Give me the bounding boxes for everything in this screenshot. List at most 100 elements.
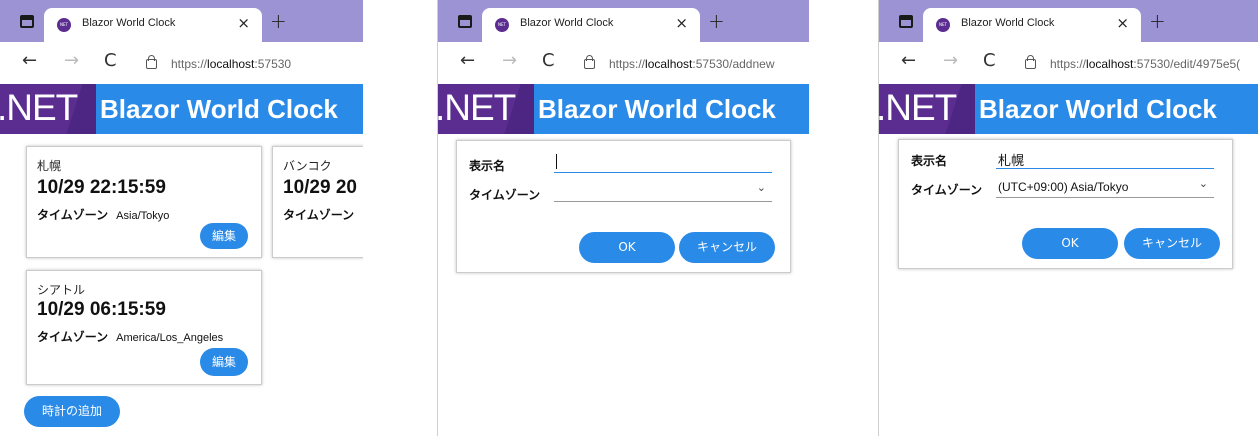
clock-city: シアトル <box>37 283 86 297</box>
add-clock-button[interactable]: 時計の追加 <box>24 396 120 427</box>
lock-icon[interactable] <box>1025 55 1036 69</box>
forward-icon[interactable]: → <box>943 50 958 71</box>
ok-button[interactable]: OK <box>579 232 675 263</box>
clock-timezone-row: タイムゾーン Asia/Tokyo <box>37 206 169 223</box>
address-bar: ← → C https://localhost:57530/edit/4975e… <box>879 42 1258 84</box>
clock-time: 10/29 20 <box>283 177 357 198</box>
clock-time: 10/29 22:15:59 <box>37 177 166 198</box>
display-name-label: 表示名 <box>911 154 948 168</box>
timezone-label: タイムゾーン <box>37 330 109 344</box>
display-name-label: 表示名 <box>469 159 506 173</box>
browser-tab[interactable]: Blazor World Clock × <box>482 8 700 42</box>
display-name-input[interactable] <box>554 152 772 173</box>
clock-card: 札幌 10/29 22:15:59 タイムゾーン Asia/Tokyo 編集 <box>26 146 262 258</box>
url-field[interactable]: https://localhost:57530/edit/4975e5( <box>1050 57 1240 71</box>
clock-time: 10/29 06:15:59 <box>37 299 166 320</box>
browser-tab[interactable]: Blazor World Clock × <box>923 8 1141 42</box>
dotnet-favicon-icon <box>495 18 509 32</box>
chevron-down-icon: ⌄ <box>756 181 766 194</box>
dotnet-logo: .NET <box>438 84 534 134</box>
cancel-button[interactable]: キャンセル <box>1124 228 1220 259</box>
forward-icon[interactable]: → <box>502 50 517 71</box>
close-tab-icon[interactable]: × <box>1116 14 1129 32</box>
dotnet-logo: .NET <box>879 84 975 134</box>
display-name-input[interactable]: 札幌 <box>996 148 1214 169</box>
clock-timezone-row: タイムゾーン America/Los_Angeles <box>37 328 223 345</box>
back-icon[interactable]: ← <box>22 50 37 71</box>
url-field[interactable]: https://localhost:57530 <box>171 57 291 71</box>
app-title: Blazor World Clock <box>100 94 338 124</box>
browser-window-list: Blazor World Clock × + ← → C https://loc… <box>0 0 363 436</box>
clock-city: 札幌 <box>37 159 62 173</box>
browser-window-add: Blazor World Clock × + ← → C https://loc… <box>437 0 809 436</box>
text-caret <box>556 154 557 169</box>
dotnet-favicon-icon <box>57 18 71 32</box>
url-scheme: https:// <box>609 57 646 71</box>
app-title: Blazor World Clock <box>979 94 1217 124</box>
tab-title: Blazor World Clock <box>520 17 614 29</box>
tab-bar: Blazor World Clock × + <box>0 0 363 42</box>
edit-button[interactable]: 編集 <box>200 223 248 249</box>
timezone-select[interactable]: (UTC+09:00) Asia/Tokyo ⌄ <box>996 177 1214 198</box>
dotnet-favicon-icon <box>936 18 950 32</box>
url-scheme: https:// <box>1050 57 1087 71</box>
close-tab-icon[interactable]: × <box>675 14 688 32</box>
timezone-select[interactable]: ⌄ <box>554 181 772 202</box>
app-header: .NET Blazor World Clock <box>438 84 809 134</box>
app-header: .NET Blazor World Clock <box>879 84 1258 134</box>
reload-icon[interactable]: C <box>104 50 117 71</box>
tab-actions-icon[interactable] <box>899 15 913 28</box>
net-logo-text: .NET <box>0 87 78 128</box>
clock-form: 表示名 札幌 タイムゾーン (UTC+09:00) Asia/Tokyo ⌄ OK… <box>898 139 1233 269</box>
clock-timezone-row: タイムゾーン <box>283 206 354 223</box>
timezone-label: タイムゾーン <box>911 183 983 197</box>
url-scheme: https:// <box>171 57 208 71</box>
tab-bar: Blazor World Clock × + <box>879 0 1258 42</box>
url-host: localhost <box>1086 57 1134 71</box>
forward-icon[interactable]: → <box>64 50 79 71</box>
url-rest: :57530 <box>254 57 292 71</box>
back-icon[interactable]: ← <box>901 50 916 71</box>
reload-icon[interactable]: C <box>542 50 555 71</box>
lock-icon[interactable] <box>584 55 595 69</box>
clock-form: 表示名 タイムゾーン ⌄ OK キャンセル <box>456 140 791 273</box>
clock-card: バンコク 10/29 20 タイムゾーン <box>272 146 363 258</box>
tab-title: Blazor World Clock <box>961 17 1055 29</box>
timezone-label: タイムゾーン <box>37 208 109 222</box>
tab-actions-icon[interactable] <box>458 15 472 28</box>
display-name-value: 札幌 <box>998 154 1025 169</box>
ok-button[interactable]: OK <box>1022 228 1118 259</box>
address-bar: ← → C https://localhost:57530 <box>0 42 363 84</box>
dotnet-logo: .NET <box>0 84 96 134</box>
edit-button[interactable]: 編集 <box>200 348 248 376</box>
tab-actions-icon[interactable] <box>20 15 34 28</box>
lock-icon[interactable] <box>146 55 157 69</box>
url-field[interactable]: https://localhost:57530/addnew <box>609 57 774 71</box>
browser-tab[interactable]: Blazor World Clock × <box>44 8 262 42</box>
chevron-down-icon: ⌄ <box>1198 177 1208 190</box>
tab-title: Blazor World Clock <box>82 17 176 29</box>
url-host: localhost <box>207 57 255 71</box>
net-logo-text: .NET <box>438 87 516 128</box>
new-tab-button[interactable]: + <box>1149 9 1166 33</box>
timezone-value: Asia/Tokyo <box>116 210 170 222</box>
url-rest: :57530/edit/4975e5( <box>1133 57 1241 71</box>
timezone-select-value: (UTC+09:00) Asia/Tokyo <box>998 180 1129 194</box>
back-icon[interactable]: ← <box>460 50 475 71</box>
clock-city: バンコク <box>283 159 332 173</box>
url-host: localhost <box>645 57 693 71</box>
close-tab-icon[interactable]: × <box>237 14 250 32</box>
new-tab-button[interactable]: + <box>270 9 287 33</box>
cancel-button[interactable]: キャンセル <box>679 232 775 263</box>
timezone-label: タイムゾーン <box>283 208 355 222</box>
url-rest: :57530/addnew <box>692 57 775 71</box>
tab-bar: Blazor World Clock × + <box>438 0 809 42</box>
net-logo-text: .NET <box>879 87 957 128</box>
timezone-value: America/Los_Angeles <box>116 332 224 344</box>
app-title: Blazor World Clock <box>538 94 776 124</box>
reload-icon[interactable]: C <box>983 50 996 71</box>
browser-window-edit: Blazor World Clock × + ← → C https://loc… <box>878 0 1258 436</box>
new-tab-button[interactable]: + <box>708 9 725 33</box>
clock-card: シアトル 10/29 06:15:59 タイムゾーン America/Los_An… <box>26 270 262 385</box>
app-header: .NET Blazor World Clock <box>0 84 363 134</box>
